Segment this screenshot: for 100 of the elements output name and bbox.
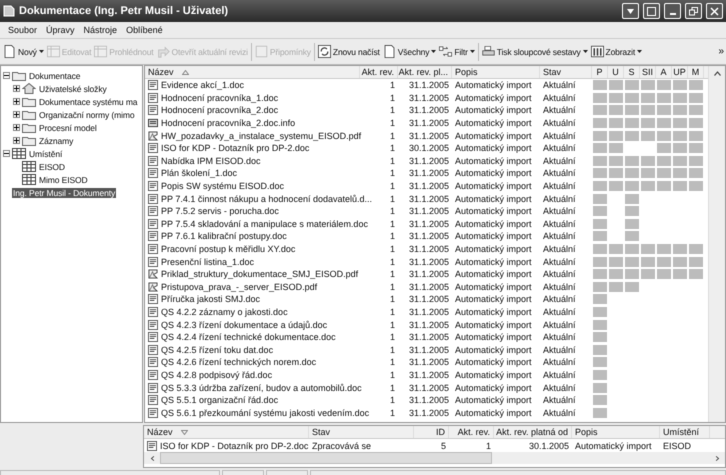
column-header[interactable]: Akt. rev. platná od [494,426,572,438]
table-cell-text: Automatický import [454,408,533,418]
table-cell-text: Automatický import [454,80,533,90]
toolbar-button[interactable]: Všechny [382,40,438,62]
menu-item[interactable]: Úpravy [46,25,75,35]
tree-item[interactable]: Umístění [28,148,64,158]
file-name[interactable]: Priklad_struktury_dokumentace_SMJ_EISOD.pdf [161,269,358,280]
menu-item[interactable]: Soubor [8,25,38,35]
tree-item[interactable]: Ing. Petr Musil - Dokumenty [12,188,116,198]
table-icon [12,148,26,159]
column-header[interactable]: Název [145,66,360,78]
tree-item[interactable]: Mimo EISOD [38,174,89,184]
column-header[interactable]: Popis [452,66,540,78]
toolbar-button[interactable]: Nový [2,40,45,62]
column-header[interactable]: Akt. rev. [449,426,494,438]
tree-item[interactable]: Dokumentace systému ma [38,96,138,106]
table-cell-text: Aktuální [542,118,577,128]
table-cell-text: 31.1.2005 [408,118,450,128]
document-icon [148,244,158,254]
minimize-button[interactable] [664,3,681,19]
column-header[interactable]: Stav [309,426,414,438]
pdf-file-icon [148,282,158,292]
file-name[interactable]: QS 4.2.6 řízení technických norem.doc [161,357,316,368]
expand-toggle[interactable] [13,85,20,92]
document-icon [148,206,158,216]
column-header[interactable]: U [608,66,624,78]
file-name[interactable]: Hodnocení pracovníka_2.doc [161,105,278,116]
tree-item[interactable]: Organizační normy (mimo [38,110,136,120]
collapse-toggle[interactable] [3,150,10,157]
file-name[interactable]: Hodnocení pracovníka_2.doc.info [161,118,296,128]
file-name[interactable]: QS 5.6.1 přezkoumání systému jakosti vedením.doc [161,408,370,418]
file-name[interactable]: Plán školení_1.doc [161,168,238,178]
file-name[interactable]: HW_pozadavky_a_instalace_systemu_EISOD.pdf [161,130,362,141]
toolbar-button[interactable]: Filtr [438,40,476,62]
column-header[interactable]: S [624,66,640,78]
tree-item[interactable]: EISOD [38,162,66,172]
table-cell-text: Aktuální [542,320,577,330]
window-menu-button[interactable] [622,3,639,19]
file-name[interactable]: Příručka jakosti SMJ.doc [161,294,260,304]
tree-item[interactable]: Procesní model [38,122,98,132]
toolbar-button[interactable]: Znovu načíst [316,40,381,62]
table-cell-text: Aktuální [542,395,577,406]
column-header[interactable]: Název [144,426,309,438]
toolbar-button[interactable]: Zobrazit [590,40,644,62]
menu-item[interactable]: Nástroje [84,25,118,35]
file-name[interactable]: Popis SW systému EISOD.doc [161,181,284,192]
column-header[interactable]: SII [640,66,656,78]
file-name[interactable]: ISO for KDP - Dotazník pro DP-2.doc [161,143,310,154]
column-header[interactable]: Popis [572,426,660,438]
column-header[interactable]: ID [414,426,449,438]
vertical-scrollbar[interactable] [708,66,725,422]
printer-icon [482,45,495,58]
column-header[interactable]: Akt. rev. pl... [398,66,452,78]
file-name[interactable]: Pristupova_prava_-_server_EISOD.pdf [161,282,318,292]
horizontal-scrollbar[interactable] [144,452,725,464]
column-header[interactable]: Akt. rev. [360,66,398,78]
column-header[interactable]: Umístění [660,426,710,438]
file-name[interactable]: QS 4.2.8 podpisový řád.doc [161,370,272,380]
window-layout-button[interactable] [643,3,660,19]
expand-toggle[interactable] [13,111,20,118]
file-name[interactable]: Nabídka IPM EISOD.doc [161,156,261,166]
file-name[interactable]: Pracovní postup k měřidlu XY.doc [161,244,296,254]
table-cell-text: Automatický import [454,206,533,216]
expand-toggle[interactable] [13,98,20,105]
close-button[interactable] [706,3,723,19]
file-name[interactable]: ISO for KDP - Dotazník pro DP-2.doc [160,440,308,450]
file-name[interactable]: PP 7.5.4 skladování a manipulace s materiálem.doc [161,218,368,229]
open-revision-icon [156,45,170,58]
tree-item[interactable]: Dokumentace [28,70,82,80]
file-name[interactable]: QS 4.2.4 řízení technické dokumentace.doc [161,332,336,342]
collapse-toggle[interactable] [3,72,10,79]
expand-toggle[interactable] [13,137,20,144]
column-header[interactable]: A [656,66,672,78]
file-name[interactable]: QS 4.2.5 řízení toku dat.doc [161,344,274,355]
document-icon [148,218,158,229]
column-header[interactable]: P [592,66,608,78]
file-name[interactable]: PP 7.6.1 kalibrační postupy.doc [161,231,287,242]
restore-button[interactable] [685,3,702,19]
table-cell-text: 1 [388,332,396,342]
column-header[interactable]: Stav [540,66,592,78]
file-name[interactable]: QS 5.5.1 organizační řád.doc [161,395,278,406]
file-name[interactable]: PP 7.5.2 servis - porucha.doc [161,206,279,216]
file-name[interactable]: Hodnocení pracovníka_1.doc [161,92,278,103]
file-name[interactable]: QS 5.3.3 údržba zařízení, budov a automobilů.doc [161,382,362,393]
table-cell-text: Automatický import [454,269,533,280]
menu-item[interactable]: Oblíbené [126,25,163,35]
file-name[interactable]: QS 4.2.3 řízení dokumentace a údajů.doc [161,320,328,330]
toolbar-button[interactable]: Tisk sloupcové sestavy [480,40,589,62]
file-name[interactable]: PP 7.4.1 činnost nákupu a hodnocení dodavatelů.d... [161,194,372,204]
tree-item[interactable]: Záznamy [38,136,74,146]
expand-toggle[interactable] [13,124,20,131]
tree-item[interactable]: Uživatelské složky [38,84,108,94]
file-name[interactable]: Evidence akcí_1.doc [161,80,244,90]
toolbar-overflow-button[interactable]: » [718,46,724,57]
table-cell-text: 31.1.2005 [408,332,450,342]
table-cell-text: 31.1.2005 [408,156,450,166]
file-name[interactable]: Presenční listina_1.doc [161,256,254,267]
column-header[interactable]: M [688,66,704,78]
column-header[interactable]: UP [672,66,688,78]
file-name[interactable]: QS 4.2.2 záznamy o jakosti.doc [161,306,288,317]
